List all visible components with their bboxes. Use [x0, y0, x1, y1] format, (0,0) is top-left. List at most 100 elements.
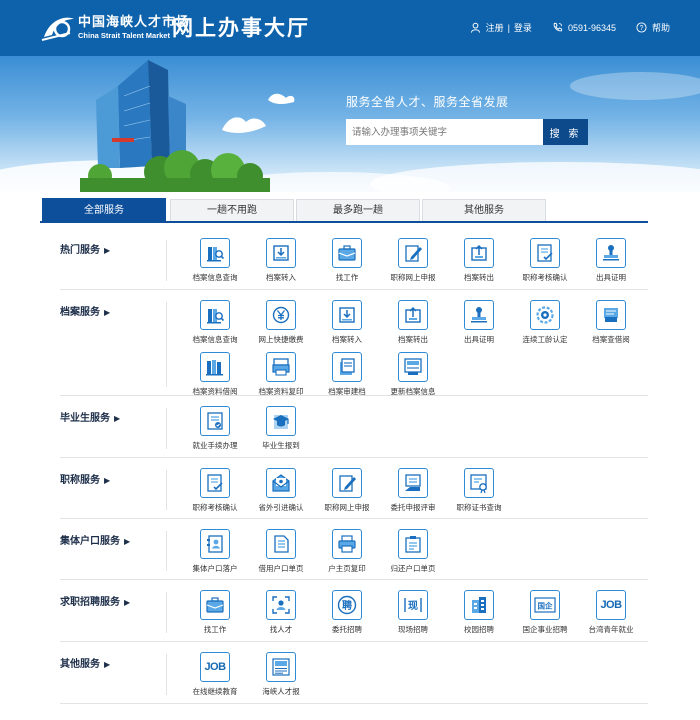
- service-item[interactable]: 就业手续办理: [182, 406, 248, 454]
- service-label: 档案资料借阅: [192, 387, 238, 396]
- service-item[interactable]: 找工作: [182, 590, 248, 638]
- service-item[interactable]: 档案信息查询: [182, 238, 248, 286]
- copier-icon: [266, 352, 296, 382]
- job-badge-icon: JOB: [596, 590, 626, 620]
- service-item[interactable]: 网上快捷缴费: [248, 300, 314, 348]
- service-item[interactable]: 职称网上申报: [314, 468, 380, 516]
- tab-other-services[interactable]: 其他服务: [422, 199, 546, 221]
- service-item[interactable]: 聘委托招聘: [314, 590, 380, 638]
- service-item[interactable]: 校园招聘: [446, 590, 512, 638]
- service-item[interactable]: JOB 在线继续教育: [182, 652, 248, 700]
- svg-text:现: 现: [408, 600, 418, 612]
- service-label: 找人才: [269, 625, 293, 634]
- service-item[interactable]: 省外引进确认: [248, 468, 314, 516]
- section-title-label: 职称服务: [60, 475, 100, 486]
- section-title-label: 档案服务: [60, 307, 100, 318]
- service-item[interactable]: 出具证明: [578, 238, 644, 286]
- service-grid: 找工作找人才 聘委托招聘现现场招聘校园招聘 国企 国企事业招聘 JOB 台湾青年就业: [182, 590, 652, 638]
- help-icon: ?: [636, 22, 647, 33]
- section-title[interactable]: 热门服务 ▶: [60, 241, 110, 256]
- file-stack-icon: [332, 352, 362, 382]
- service-item[interactable]: 借用户口单页: [248, 529, 314, 577]
- service-label: 省外引进确认: [258, 503, 304, 512]
- service-label: 在线继续教育: [192, 687, 238, 696]
- section-title[interactable]: 集体户口服务 ▶: [60, 532, 130, 547]
- service-item[interactable]: 档案资料复印: [248, 352, 314, 400]
- service-item[interactable]: 档案资料借阅: [182, 352, 248, 400]
- service-item[interactable]: 找人才: [248, 590, 314, 638]
- phone-icon: [553, 22, 563, 32]
- address-book-icon: [200, 529, 230, 559]
- clipboard-icon: [398, 529, 428, 559]
- service-label: 找工作: [335, 273, 359, 282]
- service-item[interactable]: 档案信息查询: [182, 300, 248, 348]
- service-label: 档案转入: [266, 273, 296, 282]
- service-item[interactable]: 档案转出: [446, 238, 512, 286]
- service-item[interactable]: 集体户口落户: [182, 529, 248, 577]
- printer-icon: [332, 529, 362, 559]
- service-item[interactable]: 更新档案信息: [380, 352, 446, 400]
- service-item[interactable]: 档案转入: [314, 300, 380, 348]
- link-separator: |: [507, 22, 510, 33]
- service-item[interactable]: 档案转入: [248, 238, 314, 286]
- caret-right-icon: ▶: [104, 476, 111, 485]
- onsite-icon: 现: [398, 590, 428, 620]
- archive-search-icon: [200, 238, 230, 268]
- service-item[interactable]: 职称考核确认: [512, 238, 578, 286]
- service-item[interactable]: 出具证明: [446, 300, 512, 348]
- service-label: 校园招聘: [464, 625, 494, 634]
- service-item[interactable]: 委托申报评审: [380, 468, 446, 516]
- help-link[interactable]: ? 帮助: [636, 21, 670, 34]
- service-item[interactable]: JOB 台湾青年就业: [578, 590, 644, 638]
- section-household-services: 集体户口服务 ▶ 集体户口落户 借用户口单页 户主页复印 归还户口单页: [60, 523, 648, 580]
- section-title[interactable]: 其他服务 ▶: [60, 655, 110, 670]
- service-item[interactable]: 海峡人才报: [248, 652, 314, 700]
- service-label: 职称网上申报: [324, 503, 370, 512]
- register-link[interactable]: 注册: [486, 21, 504, 34]
- service-item[interactable]: 现现场招聘: [380, 590, 446, 638]
- books-icon: [200, 352, 230, 382]
- service-item[interactable]: 毕业生报到: [248, 406, 314, 454]
- section-title[interactable]: 档案服务 ▶: [60, 303, 110, 318]
- svg-text:?: ?: [640, 25, 644, 32]
- service-item[interactable]: 找工作: [314, 238, 380, 286]
- section-title[interactable]: 毕业生服务 ▶: [60, 409, 120, 424]
- service-item[interactable]: 归还户口单页: [380, 529, 446, 577]
- briefcase-icon: [200, 590, 230, 620]
- archive-search-icon: [200, 300, 230, 330]
- archive-in-icon: [332, 300, 362, 330]
- service-item[interactable]: 档案查借阅: [578, 300, 644, 348]
- update-file-icon: [398, 352, 428, 382]
- document-icon: [266, 529, 296, 559]
- service-item[interactable]: 户主页复印: [314, 529, 380, 577]
- service-label: 连续工龄认定: [522, 335, 568, 344]
- graduation-cap-icon: [266, 406, 296, 436]
- service-item[interactable]: 职称证书查询: [446, 468, 512, 516]
- section-title[interactable]: 职称服务 ▶: [60, 471, 110, 486]
- search-button[interactable]: 搜 索: [543, 119, 588, 145]
- tab-zero-trip[interactable]: 一趟不用跑: [170, 199, 294, 221]
- certificate-icon: [464, 468, 494, 498]
- service-item[interactable]: 档案审建档: [314, 352, 380, 400]
- section-title[interactable]: 求职招聘服务 ▶: [60, 593, 130, 608]
- tab-all-services[interactable]: 全部服务: [42, 198, 166, 222]
- logo-mark-icon: [41, 17, 74, 41]
- caret-right-icon: ▶: [104, 660, 111, 669]
- envelope-icon: [266, 468, 296, 498]
- search-input[interactable]: [346, 119, 543, 145]
- service-item[interactable]: 国企 国企事业招聘: [512, 590, 578, 638]
- tab-one-trip[interactable]: 最多跑一趟: [296, 199, 420, 221]
- person-scan-icon: [266, 590, 296, 620]
- service-item[interactable]: 连续工龄认定: [512, 300, 578, 348]
- service-label: 更新档案信息: [390, 387, 436, 396]
- service-item[interactable]: 职称考核确认: [182, 468, 248, 516]
- section-hot-services: 热门服务 ▶ 档案信息查询 档案转入 找工作 职称网上申报 档案转出 职称考核确认 出具证明: [60, 232, 648, 290]
- section-other-services: 其他服务 ▶ JOB 在线继续教育 海峡人才报: [60, 646, 648, 704]
- service-item[interactable]: 职称网上申报: [380, 238, 446, 286]
- site-logo[interactable]: 中国海峡人才市场 China Strait Talent Market: [40, 10, 190, 46]
- service-item[interactable]: 档案转出: [380, 300, 446, 348]
- section-graduate-services: 毕业生服务 ▶ 就业手续办理 毕业生报到: [60, 400, 648, 458]
- office-towers: [96, 60, 186, 168]
- login-link[interactable]: 登录: [514, 21, 532, 34]
- reading-icon: [596, 300, 626, 330]
